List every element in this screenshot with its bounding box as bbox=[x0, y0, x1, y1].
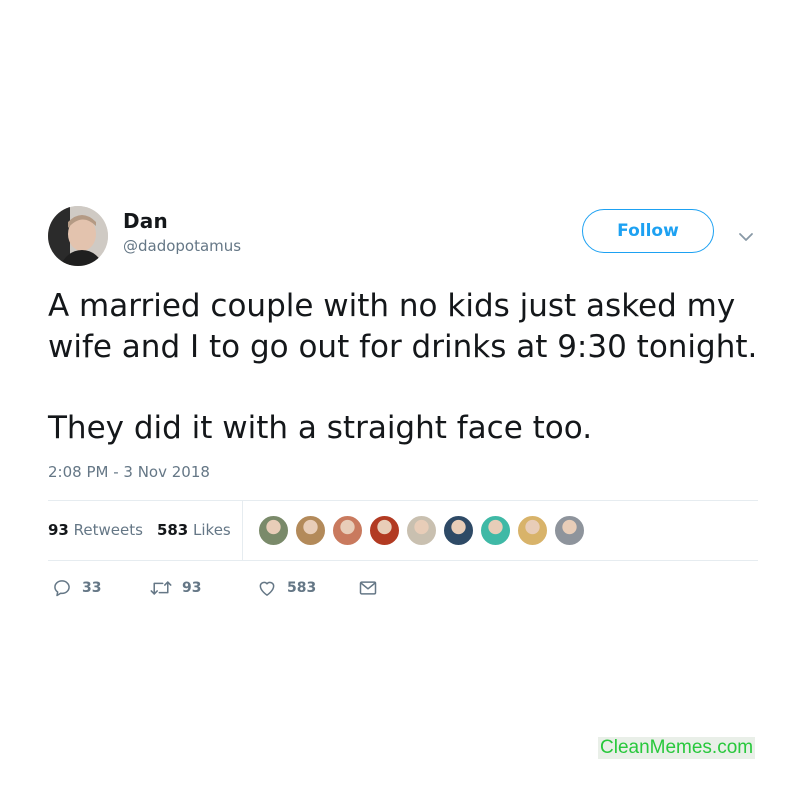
retweets-count: 93 bbox=[48, 521, 69, 539]
like-button[interactable]: 583 bbox=[257, 578, 316, 598]
direct-message-button[interactable] bbox=[358, 578, 378, 598]
divider bbox=[242, 500, 243, 560]
divider bbox=[48, 560, 758, 561]
liker-avatar[interactable] bbox=[295, 515, 326, 546]
tweet-timestamp[interactable]: 2:08 PM - 3 Nov 2018 bbox=[48, 463, 210, 481]
follow-button[interactable]: Follow bbox=[582, 209, 714, 253]
author-name[interactable]: Dan bbox=[123, 209, 168, 233]
liker-avatar[interactable] bbox=[517, 515, 548, 546]
author-avatar[interactable] bbox=[48, 206, 108, 266]
liker-avatar[interactable] bbox=[554, 515, 585, 546]
retweet-button[interactable]: 93 bbox=[150, 578, 201, 598]
like-count: 583 bbox=[287, 580, 317, 596]
chevron-down-icon[interactable] bbox=[738, 228, 754, 241]
heart-icon bbox=[259, 581, 275, 596]
reply-button[interactable]: 33 bbox=[52, 578, 101, 598]
engagement-stats: 93 Retweets 583 Likes bbox=[48, 500, 758, 560]
liker-avatar[interactable] bbox=[369, 515, 400, 546]
reply-icon bbox=[54, 580, 70, 597]
liker-avatar[interactable] bbox=[332, 515, 363, 546]
author-handle[interactable]: @dadopotamus bbox=[123, 237, 241, 255]
profile-photo bbox=[48, 206, 108, 266]
retweet-icon bbox=[150, 581, 172, 595]
tweet-paragraph: They did it with a straight face too. bbox=[48, 410, 593, 446]
likes-label: Likes bbox=[193, 521, 231, 539]
likes-count: 583 bbox=[156, 521, 189, 539]
tweet-paragraph: A married couple with no kids just asked… bbox=[48, 288, 758, 365]
likes-stat[interactable]: 583 Likes bbox=[157, 521, 231, 539]
retweet-count: 93 bbox=[182, 580, 202, 596]
liker-avatar[interactable] bbox=[480, 515, 511, 546]
liker-avatar[interactable] bbox=[258, 515, 289, 546]
envelope-icon bbox=[359, 581, 377, 595]
retweets-label: Retweets bbox=[73, 521, 143, 539]
liker-avatar[interactable] bbox=[443, 515, 474, 546]
liker-avatar[interactable] bbox=[406, 515, 437, 546]
tweet-text: A married couple with no kids just asked… bbox=[48, 286, 768, 449]
retweets-stat[interactable]: 93 Retweets bbox=[48, 521, 143, 539]
reply-count: 33 bbox=[82, 580, 102, 596]
liker-avatars bbox=[258, 515, 591, 546]
watermark: CleanMemes.com bbox=[598, 737, 756, 759]
